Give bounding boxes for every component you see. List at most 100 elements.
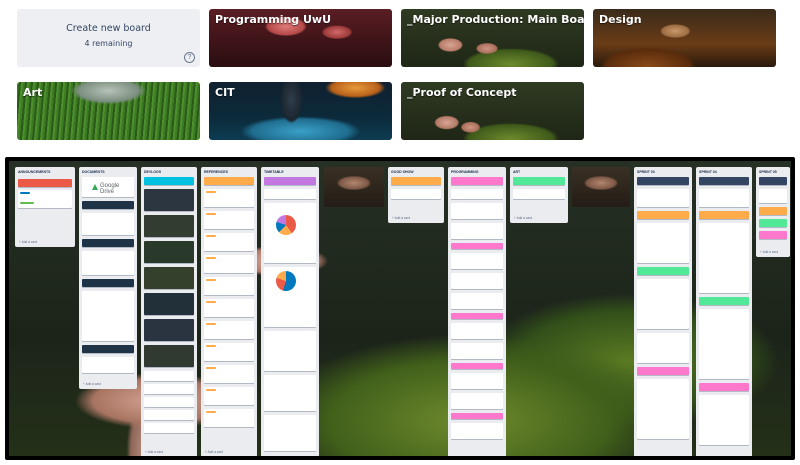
list-card[interactable] bbox=[18, 179, 72, 187]
board-tile-art[interactable]: Art bbox=[17, 82, 200, 140]
chart-card[interactable] bbox=[264, 375, 316, 411]
list-card[interactable] bbox=[451, 323, 503, 339]
list-card[interactable] bbox=[451, 243, 503, 249]
list-card[interactable] bbox=[759, 219, 787, 227]
chart-card[interactable] bbox=[264, 415, 316, 451]
list-card[interactable] bbox=[82, 251, 134, 275]
devlog-card[interactable] bbox=[144, 189, 194, 211]
devlog-card[interactable] bbox=[144, 267, 194, 289]
list-card[interactable] bbox=[204, 233, 254, 251]
list-card[interactable] bbox=[759, 207, 787, 215]
list-card[interactable] bbox=[82, 201, 134, 209]
board-list[interactable]: ANNOUNCEMENTS + Add a card bbox=[15, 167, 75, 247]
list-card[interactable] bbox=[82, 357, 134, 373]
cover-image-card[interactable] bbox=[324, 167, 384, 207]
devlog-card[interactable] bbox=[144, 293, 194, 315]
cover-image-card[interactable] bbox=[572, 167, 630, 207]
google-drive-card[interactable]: Google Drive bbox=[82, 177, 134, 197]
list-card[interactable] bbox=[699, 395, 749, 445]
board-tile-proof-of-concept[interactable]: _Proof of Concept bbox=[401, 82, 584, 140]
add-card-button[interactable]: + Add a card bbox=[19, 240, 37, 244]
chart-card[interactable] bbox=[264, 331, 316, 371]
board-tile-programming[interactable]: Programming UwU bbox=[209, 9, 392, 67]
devlog-card[interactable] bbox=[144, 384, 194, 394]
list-card[interactable] bbox=[637, 267, 689, 275]
list-card[interactable] bbox=[451, 363, 503, 369]
list-card[interactable] bbox=[451, 189, 503, 199]
list-card[interactable] bbox=[637, 211, 689, 219]
board-list[interactable]: TIMETABLE bbox=[261, 167, 319, 456]
board-list[interactable]: ART + Add a card bbox=[510, 167, 568, 223]
list-card[interactable] bbox=[391, 177, 441, 185]
list-card[interactable] bbox=[204, 365, 254, 383]
list-card[interactable] bbox=[204, 189, 254, 207]
list-card[interactable] bbox=[699, 223, 749, 293]
list-card[interactable] bbox=[204, 343, 254, 361]
list-card[interactable] bbox=[451, 413, 503, 419]
list-card[interactable] bbox=[699, 211, 749, 219]
devlog-card[interactable] bbox=[144, 371, 194, 381]
list-card[interactable] bbox=[451, 253, 503, 269]
list-card[interactable] bbox=[759, 177, 787, 185]
devlog-card[interactable] bbox=[144, 423, 194, 433]
add-card-button[interactable]: + Add a card bbox=[145, 450, 163, 454]
devlog-card[interactable] bbox=[144, 215, 194, 237]
list-card[interactable] bbox=[759, 231, 787, 239]
board-list[interactable]: GOOD SHOW + Add a card bbox=[388, 167, 444, 223]
list-card[interactable] bbox=[451, 343, 503, 359]
list-card[interactable] bbox=[637, 379, 689, 439]
list-card[interactable] bbox=[451, 313, 503, 319]
chart-card[interactable] bbox=[264, 267, 316, 327]
board-list[interactable]: DEVLOGS + Add a card bbox=[141, 167, 197, 456]
list-card[interactable] bbox=[144, 177, 194, 185]
board-list[interactable]: PROGRAMMING bbox=[448, 167, 506, 456]
list-card[interactable] bbox=[204, 211, 254, 229]
list-card[interactable] bbox=[699, 177, 749, 185]
list-card[interactable] bbox=[637, 279, 689, 329]
list-card[interactable] bbox=[204, 277, 254, 295]
help-circle-icon[interactable]: ? bbox=[184, 52, 195, 63]
add-card-button[interactable]: + Add a card bbox=[83, 382, 101, 386]
board-list[interactable]: DOCUMENTS Google Drive + Add a card bbox=[79, 167, 137, 389]
board-tile-major-production[interactable]: _Major Production: Main Board bbox=[401, 9, 584, 67]
add-card-button[interactable]: + Add a card bbox=[514, 216, 532, 220]
devlog-card[interactable] bbox=[144, 241, 194, 263]
list-card[interactable] bbox=[264, 177, 316, 185]
list-card[interactable] bbox=[264, 189, 316, 199]
list-card[interactable] bbox=[451, 273, 503, 289]
list-card[interactable] bbox=[451, 293, 503, 309]
list-card[interactable] bbox=[204, 321, 254, 339]
create-new-board-tile[interactable]: Create new board 4 remaining ? bbox=[17, 9, 200, 67]
board-list[interactable]: REFERENCES + Add a card bbox=[201, 167, 257, 456]
list-card[interactable] bbox=[451, 423, 503, 439]
devlog-card[interactable] bbox=[144, 319, 194, 341]
list-card[interactable] bbox=[204, 299, 254, 317]
list-card[interactable] bbox=[451, 177, 503, 185]
list-card[interactable] bbox=[637, 223, 689, 263]
devlog-card[interactable] bbox=[144, 410, 194, 420]
list-card[interactable] bbox=[699, 297, 749, 305]
list-card[interactable] bbox=[451, 393, 503, 409]
list-card[interactable] bbox=[699, 383, 749, 391]
list-card[interactable] bbox=[82, 239, 134, 247]
list-card[interactable] bbox=[637, 367, 689, 375]
list-card[interactable] bbox=[18, 190, 72, 208]
list-card[interactable] bbox=[204, 177, 254, 185]
list-card[interactable] bbox=[82, 345, 134, 353]
board-tile-cit[interactable]: CIT bbox=[209, 82, 392, 140]
board-tile-design[interactable]: Design bbox=[593, 9, 776, 67]
list-card[interactable] bbox=[637, 177, 689, 185]
board-list[interactable]: SPRINT 03 bbox=[634, 167, 692, 456]
list-card[interactable] bbox=[513, 177, 565, 185]
list-card[interactable] bbox=[451, 373, 503, 389]
board-list[interactable]: SPRINT 05 + Add a card bbox=[756, 167, 790, 257]
add-card-button[interactable]: + Add a card bbox=[760, 250, 778, 254]
board-list[interactable]: SPRINT 04 bbox=[696, 167, 752, 456]
list-card[interactable] bbox=[513, 189, 565, 199]
list-card[interactable] bbox=[204, 255, 254, 273]
list-card[interactable] bbox=[637, 333, 689, 363]
list-card[interactable] bbox=[82, 213, 134, 235]
devlog-card[interactable] bbox=[144, 397, 194, 407]
list-card[interactable] bbox=[699, 309, 749, 379]
list-card[interactable] bbox=[204, 387, 254, 405]
